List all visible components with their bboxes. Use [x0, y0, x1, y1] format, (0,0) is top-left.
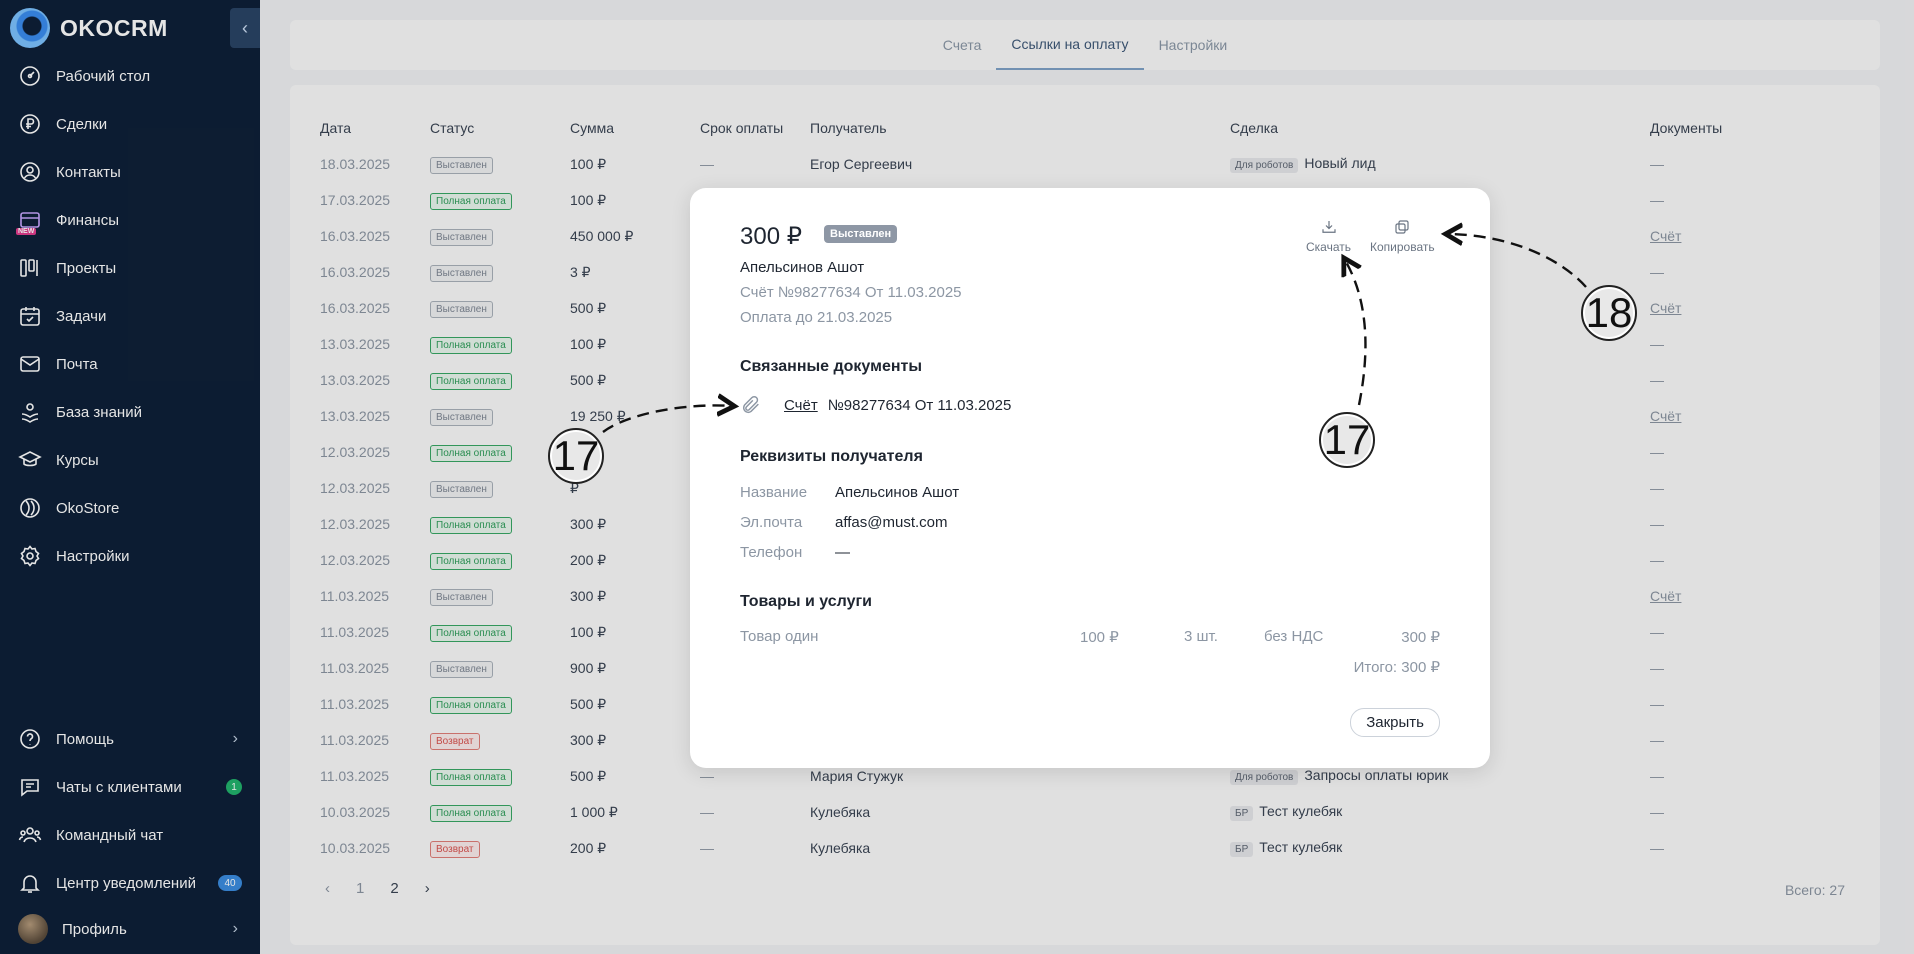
goods-price: 100 ₽	[1080, 629, 1119, 646]
invoice-link-details: №98277634 От 11.03.2025	[827, 396, 1012, 414]
copy-button[interactable]: Копировать	[1370, 218, 1435, 254]
payment-link-modal: 300 ₽ Выставлен Апельсинов Ашот Счёт №98…	[690, 188, 1490, 768]
goods-qty: 3 шт.	[1184, 628, 1218, 645]
goods-sum: 300 ₽	[1401, 629, 1440, 646]
invoice-number: Счёт №98277634 От 11.03.2025	[740, 284, 962, 301]
goods-vat: без НДС	[1264, 628, 1324, 645]
invoice-link[interactable]: Счёт	[784, 397, 818, 414]
download-label: Скачать	[1306, 240, 1351, 254]
annotation-callout: 17	[1319, 412, 1375, 468]
download-button[interactable]: Скачать	[1306, 218, 1351, 254]
field-label: Название	[740, 484, 808, 501]
goods-name: Товар один	[740, 628, 819, 645]
related-documents-title: Связанные документы	[740, 358, 923, 375]
close-button[interactable]: Закрыть	[1350, 708, 1440, 737]
requisites-title: Реквизиты получателя	[740, 448, 923, 465]
annotation-callout: 17	[548, 428, 604, 484]
modal-amount: 300 ₽	[740, 223, 802, 250]
download-icon	[1321, 221, 1336, 233]
payer-name: Апельсинов Ашот	[740, 259, 865, 276]
annotation-callout: 18	[1581, 285, 1637, 341]
status-badge: Выставлен	[824, 225, 898, 243]
field-label: Эл.почта	[740, 514, 803, 531]
field-value: Апельсинов Ашот	[835, 484, 960, 501]
field-value: —	[835, 544, 850, 561]
due-date: Оплата до 21.03.2025	[740, 309, 893, 326]
paperclip-icon	[742, 396, 759, 414]
copy-icon	[1395, 220, 1409, 234]
goods-title: Товары и услуги	[740, 593, 872, 610]
copy-label: Копировать	[1370, 240, 1435, 254]
goods-total: Итого: 300 ₽	[1353, 659, 1440, 676]
field-label: Телефон	[740, 544, 803, 561]
related-document: Счёт №98277634 От 11.03.2025	[740, 394, 1011, 416]
field-value: affas@must.com	[835, 514, 948, 531]
